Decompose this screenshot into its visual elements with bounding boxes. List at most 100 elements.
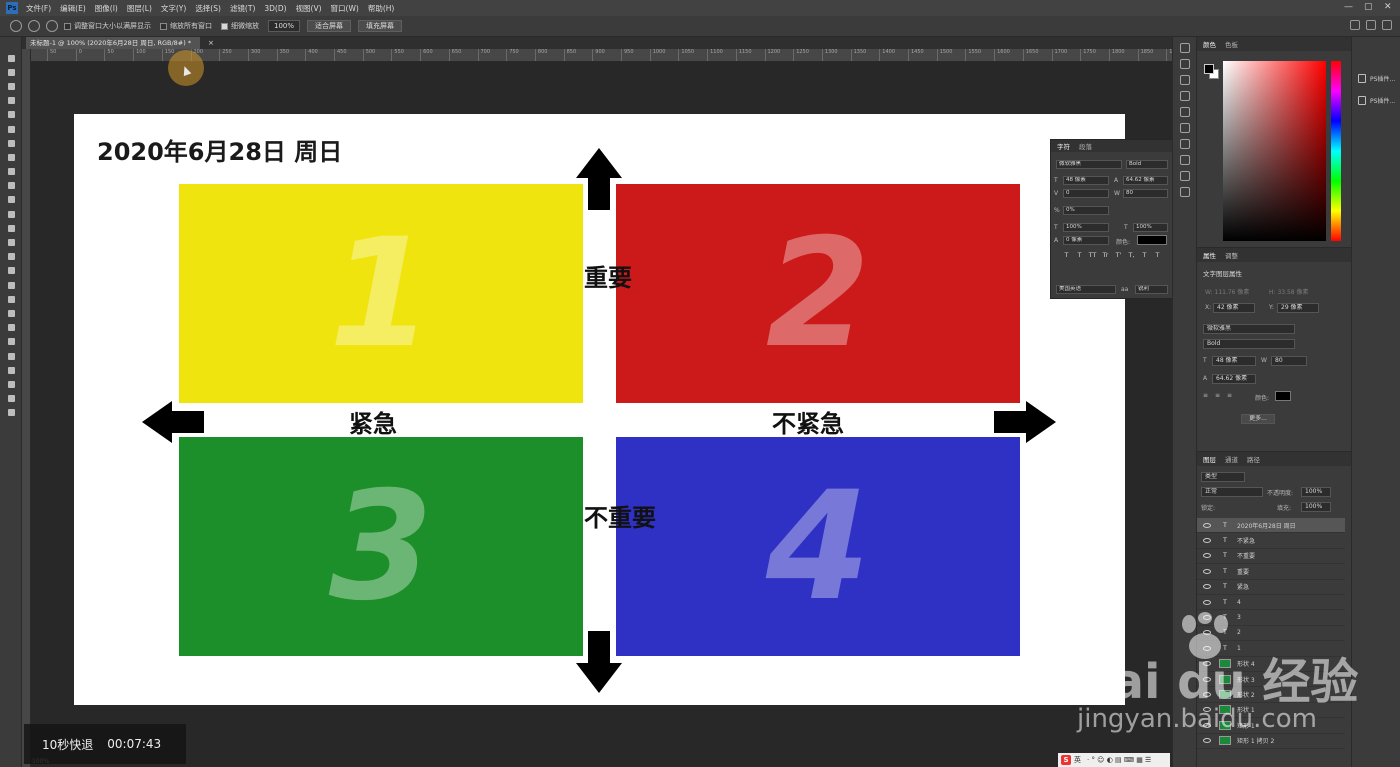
align-right-icon[interactable]: ≡ bbox=[1227, 392, 1232, 399]
visibility-eye-icon[interactable] bbox=[1203, 645, 1211, 651]
zoom-tool-icon[interactable] bbox=[10, 20, 22, 32]
subscript-button[interactable]: T, bbox=[1125, 251, 1138, 259]
lasso-tool-icon[interactable] bbox=[0, 79, 22, 93]
visibility-eye-icon[interactable] bbox=[1203, 630, 1211, 636]
marquee-tool-icon[interactable] bbox=[0, 65, 22, 79]
tab-adjustments[interactable]: 调整 bbox=[1225, 250, 1238, 260]
visibility-eye-icon[interactable] bbox=[1203, 584, 1211, 590]
underline-button[interactable]: T bbox=[1138, 251, 1151, 259]
gradient-tool-icon[interactable] bbox=[0, 221, 22, 235]
layer-row[interactable]: T1 bbox=[1197, 641, 1345, 657]
resize-windows-checkbox[interactable] bbox=[64, 22, 71, 30]
horizontal-scale-field[interactable]: 100% bbox=[1133, 223, 1168, 232]
tab-layers[interactable]: 图层 bbox=[1203, 454, 1216, 464]
tab-channels[interactable]: 通道 bbox=[1225, 454, 1238, 464]
props-style-select[interactable]: Bold bbox=[1203, 339, 1295, 349]
menu-filter[interactable]: 滤镜(T) bbox=[230, 3, 255, 14]
resize-windows-option[interactable]: 调整窗口大小以满屏显示 bbox=[64, 21, 151, 31]
fit-screen-button[interactable]: 适合屏幕 bbox=[307, 20, 352, 32]
text-color-swatch[interactable] bbox=[1137, 235, 1167, 245]
foreground-color-swatch[interactable] bbox=[1204, 64, 1214, 74]
fg-bg-tool-icon[interactable] bbox=[0, 363, 22, 377]
layer-row[interactable]: 形状 3 bbox=[1197, 672, 1345, 688]
color-picker-field[interactable] bbox=[1223, 61, 1326, 241]
kerning-field[interactable]: 0 bbox=[1063, 189, 1109, 198]
character-panel-icon[interactable] bbox=[1179, 139, 1190, 149]
menu-image[interactable]: 图像(I) bbox=[95, 3, 118, 14]
more-options-button[interactable]: 更多... bbox=[1241, 414, 1275, 424]
quick-mask-tool-icon[interactable] bbox=[0, 377, 22, 391]
hue-slider[interactable] bbox=[1331, 61, 1341, 241]
layer-row[interactable]: 形状 4 bbox=[1197, 657, 1345, 672]
more-tool-icon[interactable] bbox=[0, 349, 22, 363]
search-icon[interactable] bbox=[1350, 20, 1360, 30]
small-caps-button[interactable]: Tr bbox=[1099, 251, 1112, 259]
proportional-spacing-field[interactable]: 0% bbox=[1063, 206, 1109, 215]
props-font-select[interactable]: 微软雅黑 bbox=[1203, 324, 1295, 334]
zoom-all-checkbox[interactable] bbox=[160, 22, 167, 30]
move-tool-icon[interactable] bbox=[0, 51, 22, 65]
info-panel-icon[interactable] bbox=[1179, 187, 1190, 197]
tracking-field[interactable]: 80 bbox=[1123, 189, 1168, 198]
menu-window[interactable]: 窗口(W) bbox=[331, 3, 359, 14]
maximize-icon[interactable]: ▢ bbox=[1364, 2, 1373, 12]
actions-panel-icon[interactable] bbox=[1179, 59, 1190, 69]
plugin-item-1[interactable]: PS插件... bbox=[1352, 67, 1400, 89]
menu-file[interactable]: 文件(F) bbox=[26, 3, 51, 14]
visibility-eye-icon[interactable] bbox=[1203, 692, 1211, 698]
artboard-tool-icon[interactable] bbox=[0, 406, 22, 420]
props-leading-field[interactable]: 64.62 像素 bbox=[1212, 374, 1256, 384]
zoom-out-icon[interactable] bbox=[46, 20, 58, 32]
visibility-eye-icon[interactable] bbox=[1203, 568, 1211, 574]
layer-row[interactable]: T 2020年6月28日 周日 bbox=[1197, 518, 1345, 534]
eyedropper-tool-icon[interactable] bbox=[0, 136, 22, 150]
layer-row[interactable]: T2 bbox=[1197, 626, 1345, 642]
visibility-eye-icon[interactable] bbox=[1203, 615, 1211, 621]
eraser-tool-icon[interactable] bbox=[0, 207, 22, 221]
scrubby-zoom-option[interactable]: 细微缩放 bbox=[221, 21, 259, 31]
layer-row[interactable]: T 紧急 bbox=[1197, 580, 1345, 595]
layer-row[interactable]: T 不重要 bbox=[1197, 549, 1345, 565]
history-panel-icon[interactable] bbox=[1179, 43, 1190, 53]
tab-color[interactable]: 颜色 bbox=[1203, 39, 1216, 49]
history-brush-tool-icon[interactable] bbox=[0, 193, 22, 207]
brushes-panel-icon[interactable] bbox=[1179, 107, 1190, 117]
props-tracking-field[interactable]: 80 bbox=[1271, 356, 1307, 366]
menu-help[interactable]: 帮助(H) bbox=[368, 3, 395, 14]
brush-tool-icon[interactable] bbox=[0, 165, 22, 179]
layer-row[interactable]: 矩形 1 bbox=[1197, 718, 1345, 734]
align-left-icon[interactable]: ≡ bbox=[1203, 392, 1208, 399]
y-position-field[interactable]: 29 像素 bbox=[1277, 303, 1319, 313]
healing-tool-icon[interactable] bbox=[0, 150, 22, 164]
font-style-select[interactable]: Bold bbox=[1126, 160, 1168, 169]
ime-language[interactable]: 英 bbox=[1074, 755, 1081, 765]
path-select-tool-icon[interactable] bbox=[0, 292, 22, 306]
zoom-all-option[interactable]: 缩放所有窗口 bbox=[160, 21, 212, 31]
libraries-panel-icon[interactable] bbox=[1179, 75, 1190, 85]
language-select[interactable]: 美国英语 bbox=[1056, 285, 1116, 294]
visibility-eye-icon[interactable] bbox=[1203, 738, 1211, 744]
layer-row[interactable]: T 不紧急 bbox=[1197, 533, 1345, 549]
visibility-eye-icon[interactable] bbox=[1203, 553, 1211, 559]
document-canvas[interactable]: 2020年6月28日 周日 1 2 3 4 重要 不重要 紧急 不紧急 bbox=[74, 114, 1125, 705]
leading-field[interactable]: 64.62 像素 bbox=[1123, 176, 1168, 185]
menu-select[interactable]: 选择(S) bbox=[195, 3, 221, 14]
fill-screen-button[interactable]: 填充屏幕 bbox=[358, 20, 403, 32]
visibility-eye-icon[interactable] bbox=[1203, 522, 1211, 528]
shape-tool-icon[interactable] bbox=[0, 306, 22, 320]
clone-source-panel-icon[interactable] bbox=[1179, 123, 1190, 133]
faux-bold-button[interactable]: T bbox=[1060, 251, 1073, 259]
strikethrough-button[interactable]: T bbox=[1151, 251, 1164, 259]
faux-italic-button[interactable]: T bbox=[1073, 251, 1086, 259]
props-size-field[interactable]: 48 像素 bbox=[1212, 356, 1256, 366]
visibility-eye-icon[interactable] bbox=[1203, 722, 1211, 728]
zoom-tool-icon[interactable] bbox=[0, 335, 22, 349]
blend-mode-select[interactable]: 正常 bbox=[1201, 487, 1263, 497]
vertical-scale-field[interactable]: 100% bbox=[1063, 223, 1109, 232]
ime-tools-icon[interactable]: · ° ☺ ◐ ▤ ⌨ ▦ ☰ bbox=[1087, 756, 1151, 764]
tab-properties[interactable]: 属性 bbox=[1203, 250, 1216, 260]
baseline-shift-field[interactable]: 0 像素 bbox=[1063, 236, 1109, 245]
font-family-select[interactable]: 微软雅黑 bbox=[1056, 160, 1122, 169]
layer-row[interactable]: 形状 1 bbox=[1197, 703, 1345, 719]
frame-tool-icon[interactable] bbox=[0, 122, 22, 136]
